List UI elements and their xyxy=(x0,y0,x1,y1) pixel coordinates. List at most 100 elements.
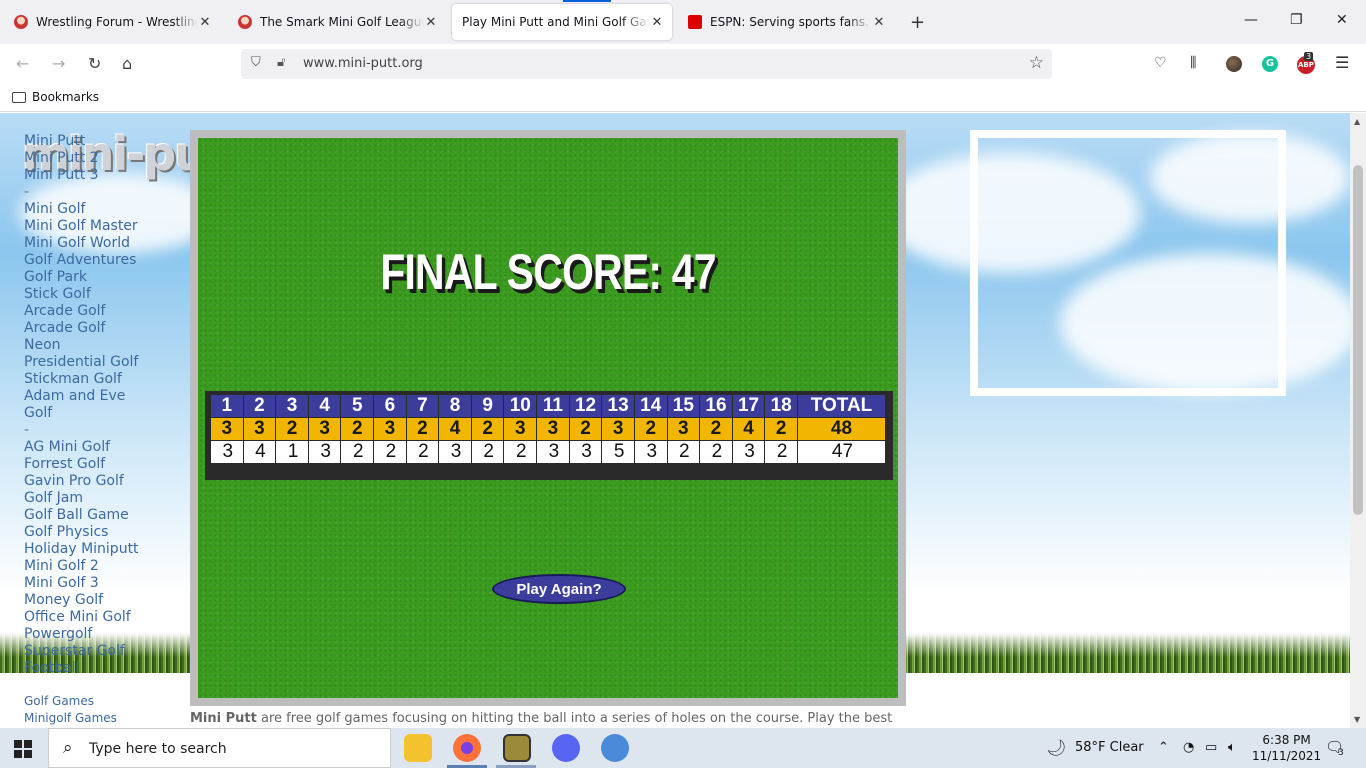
windows-start-icon[interactable] xyxy=(14,740,32,758)
score-cell: 3 xyxy=(307,440,342,464)
game-link[interactable]: Golf Ball Game xyxy=(24,507,194,524)
close-window-icon[interactable]: ✕ xyxy=(1336,12,1348,28)
battery-icon[interactable]: ▭ xyxy=(1205,740,1217,755)
url-bar[interactable]: ⛉ 🔓︎ www.mini-putt.org ☆ xyxy=(241,49,1052,79)
tab-wrestling-forum[interactable]: Wrestling Forum - Wrestling News ✕ xyxy=(4,4,220,40)
game-link[interactable]: Mini Putt xyxy=(24,133,194,150)
game-list: Mini Putt Mini Putt 2 Mini Putt 3 - Mini Gol… xyxy=(24,133,194,677)
game-link[interactable]: Office Mini Golf xyxy=(24,609,194,626)
par-cell: 2 xyxy=(275,417,309,441)
game-link[interactable]: Presidential Golf xyxy=(24,354,194,371)
link-minigolf-games[interactable]: Minigolf Games xyxy=(24,710,117,727)
active-tab-indicator xyxy=(563,0,611,2)
menu-icon[interactable]: ☰ xyxy=(1335,53,1349,72)
tab-bar: Wrestling Forum - Wrestling News ✕ The S… xyxy=(0,0,1366,44)
game-link[interactable]: Gavin Pro Golf xyxy=(24,473,194,490)
game-link[interactable]: Mini Golf Master xyxy=(24,218,194,235)
file-explorer-icon[interactable] xyxy=(404,734,432,762)
game-link[interactable]: Stick Golf xyxy=(24,286,194,303)
list-separator: - xyxy=(24,422,30,438)
hole-number-cell: 12 xyxy=(568,394,603,418)
game-link[interactable]: Mini Golf 3 xyxy=(24,575,194,592)
game-link[interactable]: Holiday Miniputt xyxy=(24,541,194,558)
back-icon[interactable]: ← xyxy=(16,54,29,73)
game-link[interactable]: Golf Physics xyxy=(24,524,194,541)
par-cell: 3 xyxy=(503,417,538,441)
scroll-down-icon[interactable]: ▼ xyxy=(1354,715,1360,724)
network-icon[interactable]: ◔ xyxy=(1183,740,1194,755)
account-avatar[interactable] xyxy=(1226,56,1242,72)
score-cell: 3 xyxy=(568,440,603,464)
scroll-up-icon[interactable]: ▲ xyxy=(1354,117,1360,126)
par-cell: 2 xyxy=(568,417,603,441)
game-link[interactable]: Mini Golf 2 xyxy=(24,558,194,575)
game-link[interactable]: Arcade Golf xyxy=(24,303,194,320)
bookmarks-toolbar: Bookmarks xyxy=(0,84,1366,112)
game-link[interactable]: Mini Putt 3 xyxy=(24,167,194,184)
volume-icon[interactable]: 🔈︎ xyxy=(1228,740,1236,755)
game-canvas[interactable]: FINAL SCORE: 47 1 2 3 4 5 6 7 8 9 10 11 12 13 14 15 16 1… xyxy=(198,138,898,698)
link-golf-games[interactable]: Golf Games xyxy=(24,693,117,710)
weather-text[interactable]: 58°F Clear xyxy=(1075,740,1144,755)
par-total-cell: 48 xyxy=(797,417,886,441)
game-frame[interactable]: FINAL SCORE: 47 1 2 3 4 5 6 7 8 9 10 11 12 13 14 15 16 1… xyxy=(190,130,906,706)
page-scrollbar[interactable]: ▲ ▼ xyxy=(1350,113,1366,728)
page-content: mini-putt Mini Putt Mini Putt 2 Mini Putt … xyxy=(0,113,1350,728)
shield-icon[interactable]: ⛉ xyxy=(251,55,261,70)
forward-icon[interactable]: → xyxy=(52,54,65,73)
discord-icon[interactable] xyxy=(552,734,580,762)
close-tab-icon[interactable]: ✕ xyxy=(650,15,664,30)
url-text[interactable]: www.mini-putt.org xyxy=(303,56,423,71)
game-link[interactable]: AG Mini Golf xyxy=(24,439,194,456)
app-icon[interactable] xyxy=(503,734,531,762)
par-cell: 4 xyxy=(438,417,472,441)
moon-weather-icon[interactable]: 🌙︎ xyxy=(1046,738,1066,757)
game-link[interactable]: Superstar Golf xyxy=(24,643,194,660)
game-link[interactable]: Golf Jam xyxy=(24,490,194,507)
lock-icon[interactable]: 🔓︎ xyxy=(277,55,285,70)
home-icon[interactable]: ⌂ xyxy=(122,54,132,73)
pocket-icon[interactable]: ♡ xyxy=(1154,55,1167,71)
game-link[interactable]: Mini Golf xyxy=(24,201,194,218)
play-again-button[interactable]: Play Again? xyxy=(492,574,626,604)
close-tab-icon[interactable]: ✕ xyxy=(872,15,886,30)
game-link[interactable]: Adam and Eve xyxy=(24,388,194,405)
minimize-icon[interactable]: — xyxy=(1244,12,1258,28)
hole-number-cell: 9 xyxy=(470,394,505,418)
taskbar-search[interactable]: ⌕ Type here to search xyxy=(48,728,391,768)
game-link[interactable]: Mini Putt 2 xyxy=(24,150,194,167)
scrollbar-thumb[interactable] xyxy=(1353,165,1363,515)
game-link[interactable]: Powergolf xyxy=(24,626,194,643)
reload-icon[interactable]: ↻ xyxy=(88,54,101,73)
tab-smark-mini-golf[interactable]: The Smark Mini Golf League 2021 ✕ xyxy=(228,4,446,40)
bookmark-star-icon[interactable]: ☆ xyxy=(1029,53,1044,73)
hole-number-cell: 5 xyxy=(340,394,375,418)
bookmarks-folder[interactable]: Bookmarks xyxy=(12,90,99,104)
tab-espn[interactable]: ESPN: Serving sports fans. Anytime ✕ xyxy=(678,4,894,40)
game-link[interactable]: Mini Golf World xyxy=(24,235,194,252)
espn-icon xyxy=(688,15,702,29)
game-link[interactable]: Arcade Golf xyxy=(24,320,194,337)
qbittorrent-icon[interactable] xyxy=(601,734,629,762)
maximize-icon[interactable]: ❐ xyxy=(1290,12,1303,28)
firefox-icon[interactable] xyxy=(453,734,481,762)
chevron-up-icon[interactable]: ⌃ xyxy=(1158,740,1169,755)
game-link[interactable]: Golf xyxy=(24,405,194,422)
game-link[interactable]: Money Golf xyxy=(24,592,194,609)
par-cell: 3 xyxy=(536,417,570,441)
library-icon[interactable]: ⫼ xyxy=(1190,55,1196,71)
game-link[interactable]: Golf Park xyxy=(24,269,194,286)
notification-count: 3 xyxy=(1338,748,1344,758)
system-clock[interactable]: 6:38 PM 11/11/2021 xyxy=(1252,732,1321,764)
game-link[interactable]: Stickman Golf xyxy=(24,371,194,388)
tab-mini-putt[interactable]: Play Mini Putt and Mini Golf Games ✕ xyxy=(452,4,672,40)
game-link[interactable]: Forrest Golf xyxy=(24,456,194,473)
game-link[interactable]: Neon xyxy=(24,337,194,354)
game-link[interactable]: Golf Adventures xyxy=(24,252,194,269)
close-tab-icon[interactable]: ✕ xyxy=(424,15,438,30)
windows-taskbar: ⌕ Type here to search 🌙︎ 58°F Clear ⌃ ◔ … xyxy=(0,728,1366,768)
grammarly-icon[interactable]: G xyxy=(1262,56,1278,72)
game-link[interactable]: Football xyxy=(24,660,194,677)
close-tab-icon[interactable]: ✕ xyxy=(198,15,212,30)
new-tab-icon[interactable]: + xyxy=(910,12,925,33)
